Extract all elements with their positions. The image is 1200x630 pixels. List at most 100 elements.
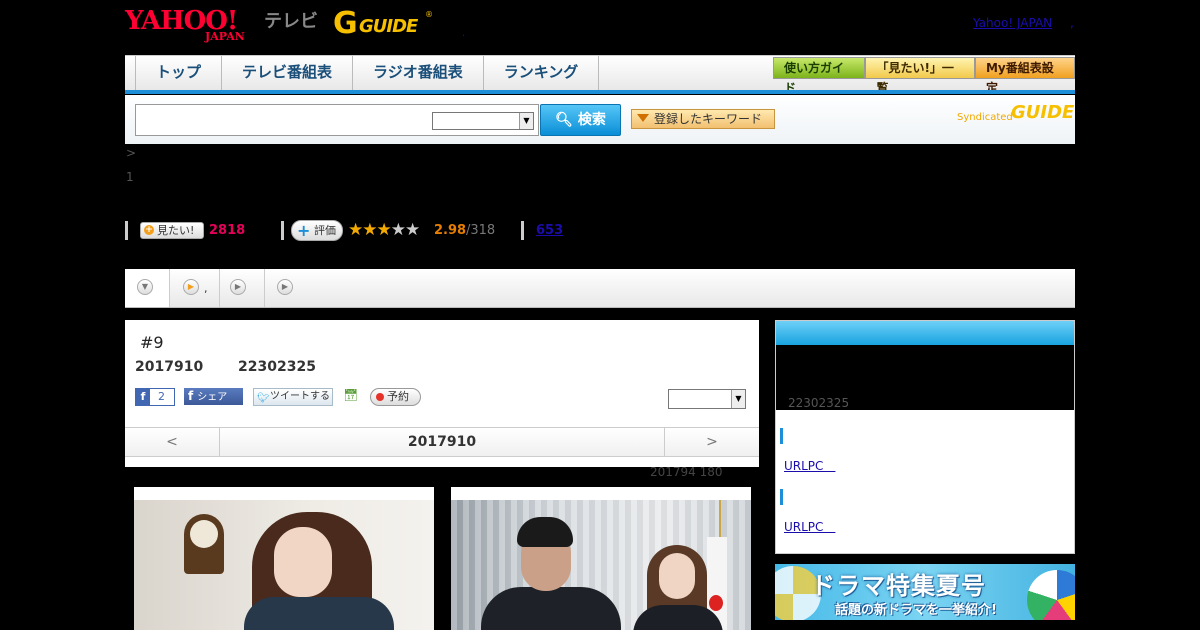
- sub-tabs: ▼ ▶ , ▶ ▶: [125, 269, 1075, 308]
- header-link-separator: ,: [1070, 16, 1074, 30]
- yahoo-japan-link[interactable]: Yahoo! JAPAN: [973, 16, 1052, 30]
- episode-panel: #9 2017910 22302325 f2 f シェア 🐦︎ ツイートする 📅︎…: [125, 320, 759, 467]
- sub-tab-label: ,: [204, 282, 208, 295]
- stat-divider: [521, 221, 524, 240]
- photo-man-suit: [481, 587, 621, 630]
- search-icon: 🔍︎: [555, 112, 573, 128]
- pager-prev-button[interactable]: <: [125, 428, 220, 456]
- rating-total: /318: [466, 223, 496, 238]
- plus-icon: +: [144, 225, 154, 235]
- want-to-watch-button[interactable]: + 見たい!: [140, 222, 204, 239]
- nav-tab-tv-schedule[interactable]: テレビ番組表: [222, 56, 354, 91]
- sub-tab-2[interactable]: ▶ ,: [170, 269, 220, 307]
- nav-accent-line: [125, 90, 1075, 94]
- search-button-label: 検索: [577, 112, 606, 128]
- sidebar-time: 22302325: [788, 396, 850, 410]
- stat-divider: [125, 221, 128, 240]
- play-circle-icon: ▶: [183, 279, 199, 295]
- breadcrumb: >: [126, 146, 137, 160]
- my-schedule-settings-button[interactable]: My番組表設定: [974, 57, 1075, 95]
- header-dot: .: [462, 28, 466, 39]
- nav-tab-ranking[interactable]: ランキング: [484, 56, 600, 91]
- sidebar-section-marker: [780, 489, 783, 505]
- search-category-select[interactable]: ▼: [432, 112, 534, 130]
- episode-select[interactable]: ▼: [668, 389, 746, 409]
- gguide-g-letter: G: [333, 6, 358, 41]
- rating-stars: ★★★★★: [348, 220, 420, 240]
- calendar-add-icon[interactable]: 📅︎: [343, 388, 358, 403]
- facebook-share-label: シェア: [197, 392, 228, 403]
- tweet-label: ツイートする: [270, 391, 330, 402]
- sidebar-header: [776, 321, 1074, 345]
- episode-date: 2017910: [135, 359, 204, 375]
- tv-logo-text[interactable]: テレビ: [264, 7, 318, 33]
- sidebar-url-link[interactable]: URLPC: [784, 457, 835, 474]
- nav-tabs: トップ テレビ番組表 ラジオ番組表 ランキング: [135, 56, 600, 91]
- nav-buttons: 使い方ガイド 「見たい!」一覧 My番組表設定: [773, 57, 1075, 95]
- sidebar-url-link[interactable]: URLPC: [784, 518, 835, 535]
- search-button[interactable]: 🔍︎ 検索: [540, 104, 621, 136]
- facebook-icon: f: [188, 389, 194, 403]
- facebook-icon: f: [136, 389, 150, 405]
- rate-button-label: 評価: [314, 224, 336, 237]
- banner-subtitle: 話題の新ドラマを一挙紹介!: [835, 603, 997, 618]
- photo-flag-sun: [709, 595, 723, 611]
- play-circle-icon: ▶: [230, 279, 246, 295]
- drama-special-banner[interactable]: ドラマ特集夏号 話題の新ドラマを一挙紹介!: [775, 564, 1075, 620]
- rating-value: 2.98: [434, 223, 467, 238]
- registered-keywords-button[interactable]: 登録したキーワード: [631, 109, 775, 129]
- page: YAHOO! JAPAN テレビ G GUIDE ® . Yahoo! JAPA…: [0, 0, 1200, 630]
- star-icon: ★: [405, 220, 420, 240]
- review-count-link[interactable]: 653: [536, 223, 563, 238]
- sub-tab-1[interactable]: ▼: [125, 269, 170, 307]
- sidebar-section-marker: [780, 428, 783, 444]
- banner-title: ドラマ特集夏号: [811, 572, 986, 600]
- star-icon: ★: [390, 220, 406, 240]
- pager-next-button[interactable]: >: [664, 428, 759, 456]
- episode-time: 22302325: [238, 359, 316, 375]
- japan-logo-text: JAPAN: [205, 30, 245, 43]
- reserve-label: 予約: [387, 390, 409, 403]
- want-to-watch-count: 2818: [209, 223, 246, 238]
- yahoo-japan-logo[interactable]: YAHOO! JAPAN: [125, 6, 261, 43]
- nav-tab-radio-schedule[interactable]: ラジオ番組表: [353, 56, 484, 91]
- episode-meta: 201794 180: [650, 465, 723, 479]
- usage-guide-button[interactable]: 使い方ガイド: [773, 57, 866, 95]
- chevron-down-icon: ▼: [519, 113, 533, 129]
- gguide-logo[interactable]: G GUIDE ®: [333, 6, 433, 42]
- reserve-button[interactable]: 予約: [370, 388, 421, 406]
- search-bar: ▼ 🔍︎ 検索 登録したキーワード Syndicated GUIDE: [125, 95, 1075, 144]
- episode-photo-2[interactable]: [451, 487, 751, 630]
- rate-button[interactable]: + 評価: [291, 220, 343, 241]
- photo-person-body: [244, 597, 394, 630]
- facebook-like-button[interactable]: f2: [135, 388, 175, 406]
- pager-current: 2017910: [407, 434, 477, 450]
- sidebar-panel: 22302325 URLPC URLPC: [775, 320, 1075, 554]
- watchlist-button[interactable]: 「見たい!」一覧: [865, 57, 975, 95]
- stat-divider: [281, 221, 284, 240]
- episode-title: #9: [140, 333, 164, 352]
- registered-keywords-label: 登録したキーワード: [654, 112, 763, 126]
- sub-tab-3[interactable]: ▶: [220, 269, 265, 307]
- episode-photo-1[interactable]: [134, 487, 434, 630]
- syndicated-label: Syndicated: [957, 112, 1013, 123]
- triangle-down-icon: [637, 114, 649, 122]
- chevron-down-circle-icon: ▼: [137, 279, 153, 295]
- facebook-share-button[interactable]: f シェア: [184, 388, 243, 405]
- chevron-down-icon: ▼: [731, 390, 745, 408]
- sub-tab-4[interactable]: ▶: [265, 269, 310, 307]
- record-dot-icon: [376, 393, 384, 401]
- banner-fan-decoration: [1027, 570, 1075, 620]
- star-icon: ★: [362, 220, 377, 240]
- registered-mark: ®: [425, 10, 433, 19]
- tweet-button[interactable]: 🐦︎ ツイートする: [253, 388, 333, 406]
- gguide-word: GUIDE: [359, 16, 418, 37]
- photo-clock-face: [190, 520, 218, 548]
- page-number: 1: [126, 170, 134, 184]
- play-circle-icon: ▶: [277, 279, 293, 295]
- nav-tab-top[interactable]: トップ: [136, 56, 223, 91]
- twitter-bird-icon: 🐦︎: [257, 393, 270, 404]
- photo-man-hair: [517, 517, 573, 547]
- star-icon: ★: [348, 220, 363, 240]
- episode-pager: < 2017910 >: [125, 427, 759, 457]
